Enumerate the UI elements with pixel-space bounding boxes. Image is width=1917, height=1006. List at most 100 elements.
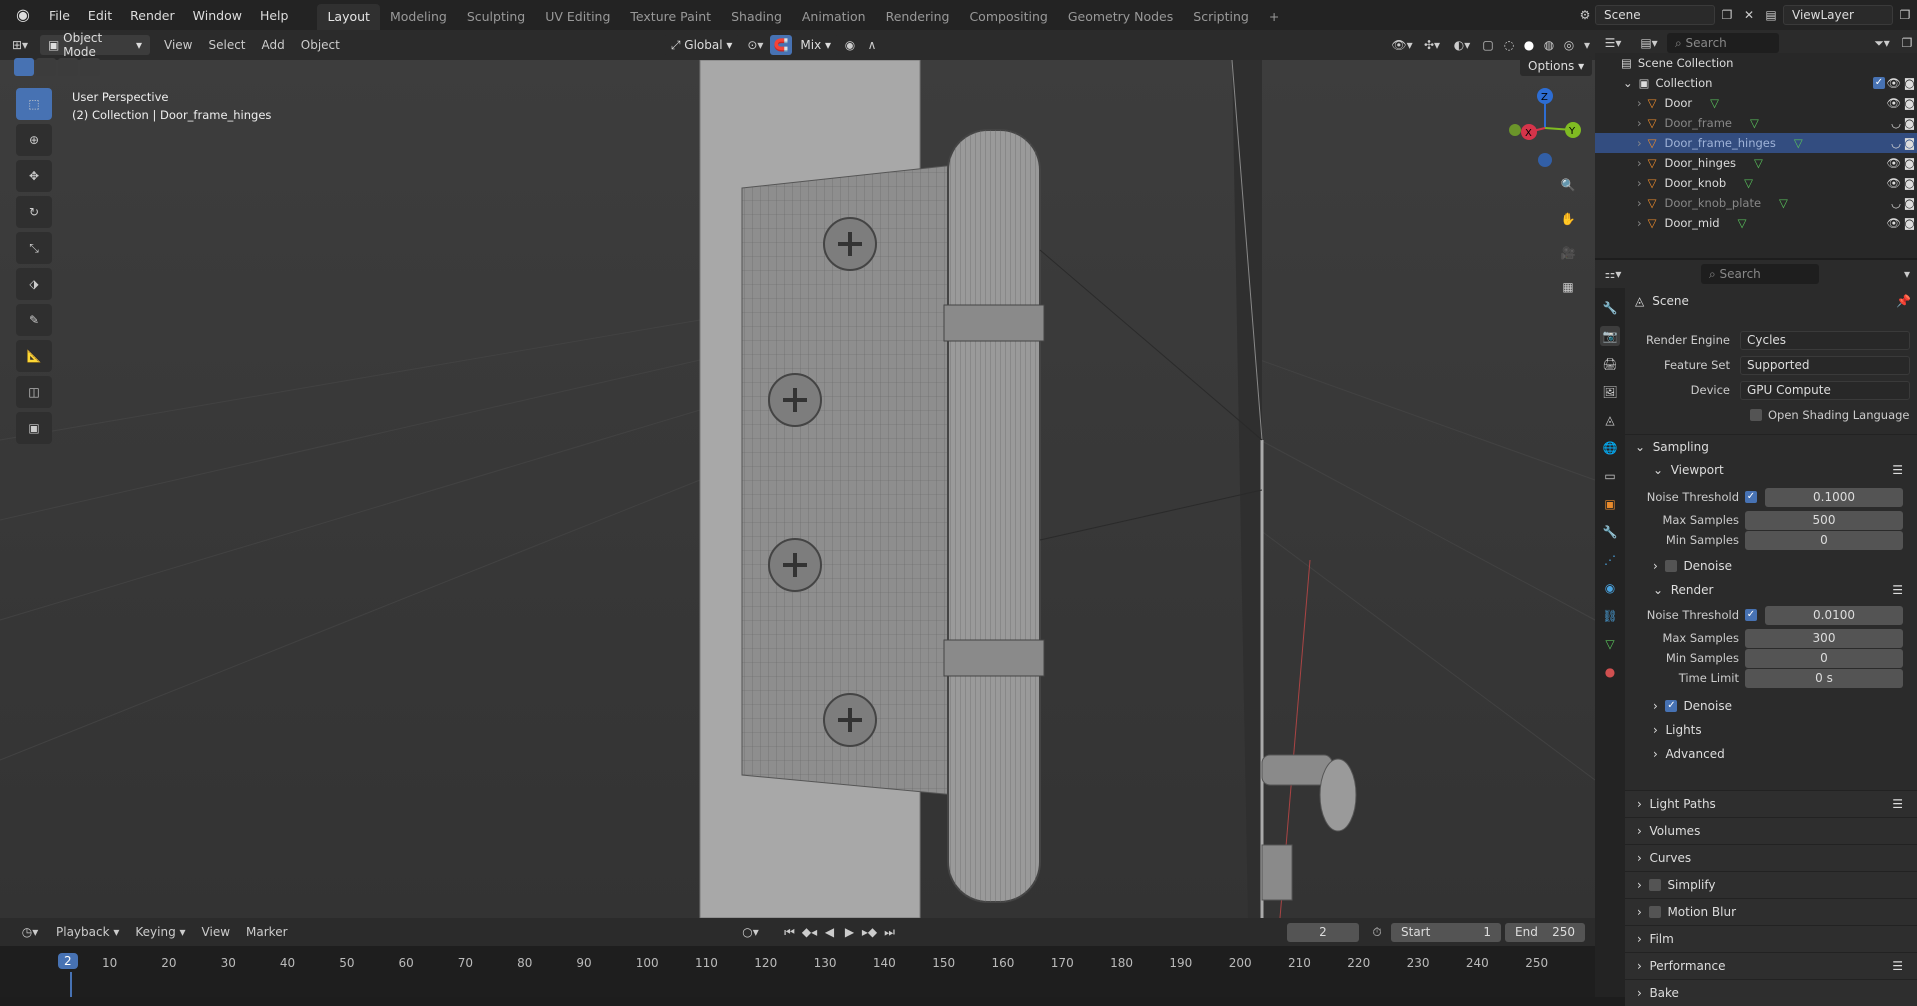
viewport-noise-field[interactable]: 0.1000 — [1765, 487, 1903, 507]
menu-object[interactable]: Object — [293, 38, 348, 52]
tool-tab-icon[interactable]: 🔧 — [1600, 298, 1620, 318]
camera-icon[interactable]: ◙ — [1904, 156, 1915, 170]
playhead[interactable]: 2 — [58, 953, 78, 969]
view-layer-tab-icon[interactable]: 🖼 — [1600, 382, 1620, 402]
eye-icon[interactable]: 👁 — [1886, 96, 1901, 110]
frame-ruler[interactable]: 10 20 30 40 50 60 70 80 90 100 110 120 130 140 150 160 1… — [0, 946, 1595, 997]
add-mesh-icon[interactable]: ▣ — [16, 412, 52, 444]
menu-edit[interactable]: Edit — [79, 5, 121, 26]
new-scene-icon[interactable]: ❐ — [1715, 8, 1739, 22]
outliner-item[interactable]: › ▽ Door_frame ▽ ◡ ◙ — [1595, 113, 1917, 133]
auto-keying-icon[interactable]: ○▾ — [736, 925, 766, 939]
snap-mode[interactable]: Mix ▾ — [792, 35, 840, 55]
object-tab-icon[interactable]: ▣ — [1600, 494, 1620, 514]
select-box-icon[interactable]: ⬚ — [16, 88, 52, 120]
next-keyframe-icon[interactable]: ▸◆ — [860, 925, 880, 939]
outliner-item[interactable]: › ▽ Door_mid ▽ 👁 ◙ — [1595, 213, 1917, 233]
eye-icon[interactable]: 👁 — [1886, 156, 1901, 170]
render-max-field[interactable]: 300 — [1745, 628, 1903, 648]
transform-icon[interactable]: ⬗ — [16, 268, 52, 300]
outliner-editor-type-icon[interactable]: ☰▾ — [1595, 36, 1631, 50]
viewport-min-field[interactable]: 0 — [1745, 530, 1903, 550]
outliner-scene-collection[interactable]: ▤ Scene Collection — [1595, 53, 1917, 73]
material-shading-icon[interactable]: ◍ — [1539, 38, 1559, 52]
tab-sculpting[interactable]: Sculpting — [457, 4, 535, 30]
expand-icon[interactable]: › — [1637, 136, 1642, 150]
prev-keyframe-icon[interactable]: ◆◂ — [800, 925, 820, 939]
bake-section[interactable]: › Bake — [1625, 979, 1917, 1006]
camera-view-icon[interactable]: 🎥 — [1555, 240, 1581, 266]
tab-compositing[interactable]: Compositing — [959, 4, 1057, 30]
select-subtract-icon[interactable] — [58, 58, 78, 76]
collection-exclude-checkbox[interactable]: ✓ — [1873, 77, 1885, 89]
eye-icon[interactable]: ◡ — [1891, 136, 1901, 150]
simplify-checkbox[interactable] — [1649, 879, 1662, 891]
volumes-section[interactable]: › Volumes — [1625, 817, 1917, 844]
performance-section[interactable]: › Performance ☰ — [1625, 952, 1917, 979]
outliner-item[interactable]: › ▽ Door_frame_hinges ▽ ◡ ◙ — [1595, 133, 1917, 153]
solid-shading-icon[interactable]: ● — [1519, 38, 1539, 52]
tab-geometry-nodes[interactable]: Geometry Nodes — [1058, 4, 1183, 30]
osl-row[interactable]: Open Shading Language — [1625, 403, 1917, 427]
render-tab-icon[interactable]: 📷 — [1600, 326, 1620, 346]
pan-hand-icon[interactable]: ✋ — [1555, 206, 1581, 232]
render-subsection-header[interactable]: ⌄ Render ☰ — [1625, 578, 1917, 602]
render-noise-field[interactable]: 0.0100 — [1765, 605, 1903, 625]
advanced-subsection[interactable]: › Advanced — [1625, 742, 1917, 766]
viewport-denoise-row[interactable]: › Denoise — [1625, 554, 1917, 578]
blender-logo-icon[interactable]: ◉ — [12, 4, 34, 26]
current-frame-field[interactable]: 2 — [1287, 922, 1359, 942]
outliner-collection[interactable]: ⌄ ▣ Collection ✓ 👁 ◙ — [1595, 73, 1917, 93]
properties-options-icon[interactable]: ▾ — [1897, 267, 1917, 281]
scene-selector[interactable]: Scene — [1595, 5, 1715, 25]
select-extend-icon[interactable] — [36, 58, 56, 76]
particles-tab-icon[interactable]: ⋰ — [1600, 550, 1620, 570]
menu-render[interactable]: Render — [121, 5, 184, 26]
overlay-icon[interactable]: ◐▾ — [1447, 38, 1477, 52]
xray-icon[interactable]: ▢ — [1477, 38, 1499, 52]
camera-icon[interactable]: ◙ — [1904, 116, 1915, 130]
menu-keying[interactable]: Keying ▾ — [127, 925, 193, 939]
expand-icon[interactable]: › — [1637, 156, 1642, 170]
properties-editor-type-icon[interactable]: ⚏▾ — [1595, 267, 1631, 281]
light-paths-presets-icon[interactable]: ☰ — [1892, 797, 1903, 811]
eye-icon[interactable]: ◡ — [1891, 116, 1901, 130]
simplify-section[interactable]: › Simplify — [1625, 871, 1917, 898]
render-presets-icon[interactable]: ☰ — [1892, 583, 1903, 597]
filter-icon[interactable]: ⏷▾ — [1867, 36, 1897, 51]
3d-viewport[interactable] — [0, 60, 1595, 918]
delete-scene-icon[interactable]: ✕ — [1739, 8, 1759, 22]
curves-section[interactable]: › Curves — [1625, 844, 1917, 871]
viewport-subsection-header[interactable]: ⌄ Viewport ☰ — [1625, 458, 1917, 482]
snap-icon[interactable]: 🧲 — [770, 35, 793, 55]
outliner-item[interactable]: › ▽ Door ▽ 👁 ◙ — [1595, 93, 1917, 113]
proportional-edit-icon[interactable]: ◉ — [839, 38, 861, 52]
expand-icon[interactable]: › — [1637, 96, 1642, 110]
tab-animation[interactable]: Animation — [792, 4, 876, 30]
tab-modeling[interactable]: Modeling — [380, 4, 457, 30]
expand-icon[interactable]: › — [1637, 196, 1642, 210]
menu-playback[interactable]: Playback ▾ — [48, 925, 127, 939]
osl-checkbox[interactable] — [1750, 409, 1762, 421]
add-workspace-icon[interactable]: + — [1259, 4, 1289, 30]
tab-layout[interactable]: Layout — [317, 4, 380, 30]
expand-icon[interactable]: › — [1637, 176, 1642, 190]
menu-view[interactable]: View — [156, 38, 200, 52]
move-icon[interactable]: ✥ — [16, 160, 52, 192]
lights-subsection[interactable]: › Lights — [1625, 718, 1917, 742]
camera-icon[interactable]: ◙ — [1904, 176, 1915, 190]
viewport-noise-checkbox[interactable]: ✓ — [1745, 491, 1757, 503]
eye-icon[interactable]: 👁 — [1886, 76, 1901, 90]
feature-set-dropdown[interactable]: Supported — [1740, 355, 1910, 375]
time-limit-field[interactable]: 0 s — [1745, 668, 1903, 688]
expand-icon[interactable]: ⌄ — [1623, 76, 1633, 90]
falloff-icon[interactable]: ∧ — [861, 38, 883, 52]
scene-tab-icon[interactable]: ◬ — [1600, 410, 1620, 430]
menu-window[interactable]: Window — [184, 5, 251, 26]
pin-icon[interactable]: 📌 — [1896, 294, 1911, 308]
timeline-editor-type-icon[interactable]: ◷▾ — [12, 925, 48, 939]
render-engine-dropdown[interactable]: Cycles — [1740, 330, 1910, 350]
camera-icon[interactable]: ◙ — [1904, 136, 1915, 150]
modifier-tab-icon[interactable]: 🔧 — [1600, 522, 1620, 542]
outliner-item[interactable]: › ▽ Door_hinges ▽ 👁 ◙ — [1595, 153, 1917, 173]
